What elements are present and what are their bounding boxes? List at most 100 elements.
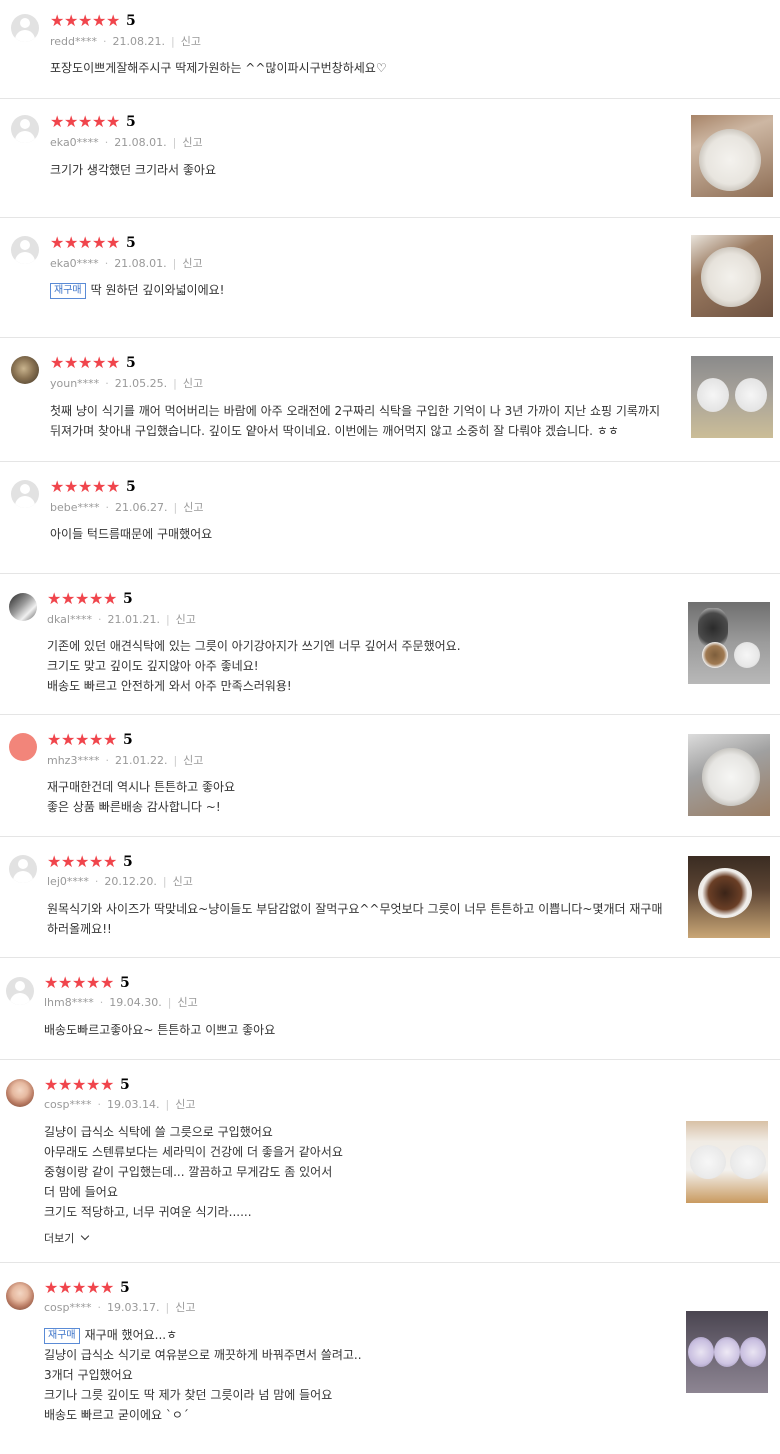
star-icon: ★	[100, 1278, 115, 1297]
separator-dot: ·	[104, 256, 109, 270]
rating-score: 5	[120, 1280, 130, 1296]
separator-bar: |	[173, 376, 177, 390]
star-icon: ★	[64, 353, 79, 372]
review-item: ★ ★ ★ ★ ★ 5 youn**** · 21.05.25. | 신고 첫째 냥이 식기를 …	[0, 338, 780, 462]
review-item: ★ ★ ★ ★ ★ 5 mhz3**** · 21.01.22. | 신고 재구매한건데 역시나…	[0, 715, 780, 837]
separator-dot: ·	[99, 995, 104, 1009]
repurchase-badge: 재구매	[44, 1328, 80, 1344]
reviewer-id: youn****	[50, 376, 100, 390]
star-icon: ★	[75, 730, 90, 749]
report-link[interactable]: 신고	[182, 134, 202, 150]
avatar	[9, 855, 37, 883]
review-line: 더 맘에 들어요	[44, 1185, 118, 1199]
review-line: 배송도빠르고좋아요~ 튼튼하고 이쁘고 좋아요	[44, 1023, 276, 1037]
review-item: ★ ★ ★ ★ ★ 5 redd**** · 21.08.21. | 신고 포장도이쁘게잘해주시…	[0, 0, 780, 99]
rating-score: 5	[123, 854, 133, 870]
review-photo[interactable]	[686, 1121, 768, 1203]
star-icon: ★	[92, 477, 107, 496]
review-photo[interactable]	[688, 734, 770, 816]
star-icon: ★	[44, 1075, 59, 1094]
review-photo[interactable]	[686, 1311, 768, 1393]
separator-bar: |	[162, 874, 167, 888]
report-link[interactable]: 신고	[173, 873, 193, 889]
separator-dot: ·	[94, 874, 99, 888]
review-meta: youn**** · 21.05.25. | 신고	[50, 375, 203, 391]
bowl-shape	[730, 1145, 766, 1179]
review-photo[interactable]	[691, 235, 773, 317]
star-icon: ★	[50, 233, 65, 252]
review-item: ★ ★ ★ ★ ★ 5 eka0**** · 21.08.01. | 신고 재구매 딱 원하던 깊…	[0, 218, 780, 338]
review-line: 배송도 빠르고 안전하게 와서 아주 만족스러워용!	[47, 679, 292, 693]
report-link[interactable]: 신고	[183, 752, 203, 768]
bowl-shape	[690, 1145, 726, 1179]
reviewer-id: lhm8****	[44, 995, 94, 1009]
report-link[interactable]: 신고	[176, 611, 196, 627]
report-link[interactable]: 신고	[177, 994, 197, 1010]
star-icon: ★	[106, 477, 121, 496]
review-photo[interactable]	[688, 856, 770, 938]
star-icon: ★	[92, 233, 107, 252]
review-photo[interactable]	[688, 602, 770, 684]
review-text: 아이들 턱드름때문에 구매했어요	[50, 524, 212, 544]
review-line: 크기도 맞고 깊이도 깊지않아 아주 좋네요!	[47, 659, 259, 673]
review-date: 21.08.01.	[114, 135, 167, 149]
star-icon: ★	[103, 589, 118, 608]
avatar	[6, 1282, 34, 1310]
report-link[interactable]: 신고	[175, 1299, 195, 1315]
review-line: 원목식기와 사이즈가 딱맞네요~냥이들도 부담감없이 잘먹구요^^무엇보다 그릇…	[47, 902, 663, 916]
review-photo[interactable]	[691, 115, 773, 197]
separator-bar: |	[165, 612, 170, 626]
bowl-shape	[699, 129, 761, 191]
review-date: 21.06.27.	[115, 500, 168, 514]
star-icon: ★	[103, 852, 118, 871]
review-line: 배송도 빠르고 굳이에요 ˋㅇˊ	[44, 1408, 189, 1422]
review-meta: cosp**** · 19.03.14. | 신고	[44, 1096, 195, 1112]
review-item: ★ ★ ★ ★ ★ 5 cosp**** · 19.03.14. | 신고 길냥이 급식소 식탁…	[0, 1060, 780, 1263]
star-icon: ★	[44, 973, 59, 992]
star-icon: ★	[78, 233, 93, 252]
star-icon: ★	[64, 233, 79, 252]
star-icon: ★	[92, 112, 107, 131]
review-text: 크기가 생각했던 크기라서 좋아요	[50, 160, 216, 180]
report-link[interactable]: 신고	[183, 375, 203, 391]
review-line: 3개더 구입했어요	[44, 1368, 133, 1382]
report-link[interactable]: 신고	[175, 1096, 195, 1112]
star-icon: ★	[61, 730, 76, 749]
star-icon: ★	[58, 973, 73, 992]
star-icon: ★	[86, 1075, 101, 1094]
separator-bar: |	[165, 1300, 170, 1314]
review-photo[interactable]	[691, 356, 773, 438]
review-line: 재구매한건데 역시나 튼튼하고 좋아요	[47, 780, 236, 794]
star-rating: ★ ★ ★ ★ ★ 5	[44, 1278, 130, 1297]
star-icon: ★	[50, 112, 65, 131]
review-line: 하러올께요!!	[47, 922, 112, 936]
bowl-shape	[735, 378, 767, 412]
star-icon: ★	[50, 353, 65, 372]
separator-dot: ·	[105, 753, 109, 767]
report-link[interactable]: 신고	[182, 255, 202, 271]
review-date: 21.01.22.	[114, 753, 168, 767]
rating-score: 5	[126, 235, 136, 251]
separator-dot: ·	[103, 34, 107, 48]
star-icon: ★	[100, 973, 115, 992]
star-icon: ★	[106, 112, 121, 131]
star-icon: ★	[47, 852, 62, 871]
review-date: 19.03.14.	[107, 1097, 160, 1111]
avatar	[11, 236, 39, 264]
star-rating: ★ ★ ★ ★ ★ 5	[50, 233, 136, 252]
avatar	[11, 14, 39, 42]
star-icon: ★	[72, 973, 87, 992]
rating-score: 5	[123, 591, 133, 607]
review-text: 길냥이 급식소 식탁에 쓸 그릇으로 구입했어요 아무래도 스텐류보다는 세라믹…	[44, 1122, 343, 1222]
star-rating: ★ ★ ★ ★ ★ 5	[50, 112, 136, 131]
review-line: 기존에 있던 애견식탁에 있는 그릇이 아기강아지가 쓰기엔 너무 깊어서 주문…	[47, 639, 461, 653]
star-icon: ★	[89, 589, 104, 608]
separator-bar: |	[172, 135, 177, 149]
separator-dot: ·	[105, 500, 110, 514]
star-rating: ★ ★ ★ ★ ★ 5	[47, 852, 133, 871]
report-link[interactable]: 신고	[183, 499, 203, 515]
more-button[interactable]: 더보기	[44, 1230, 90, 1246]
report-link[interactable]: 신고	[181, 33, 201, 49]
star-icon: ★	[75, 852, 90, 871]
star-icon: ★	[50, 477, 65, 496]
